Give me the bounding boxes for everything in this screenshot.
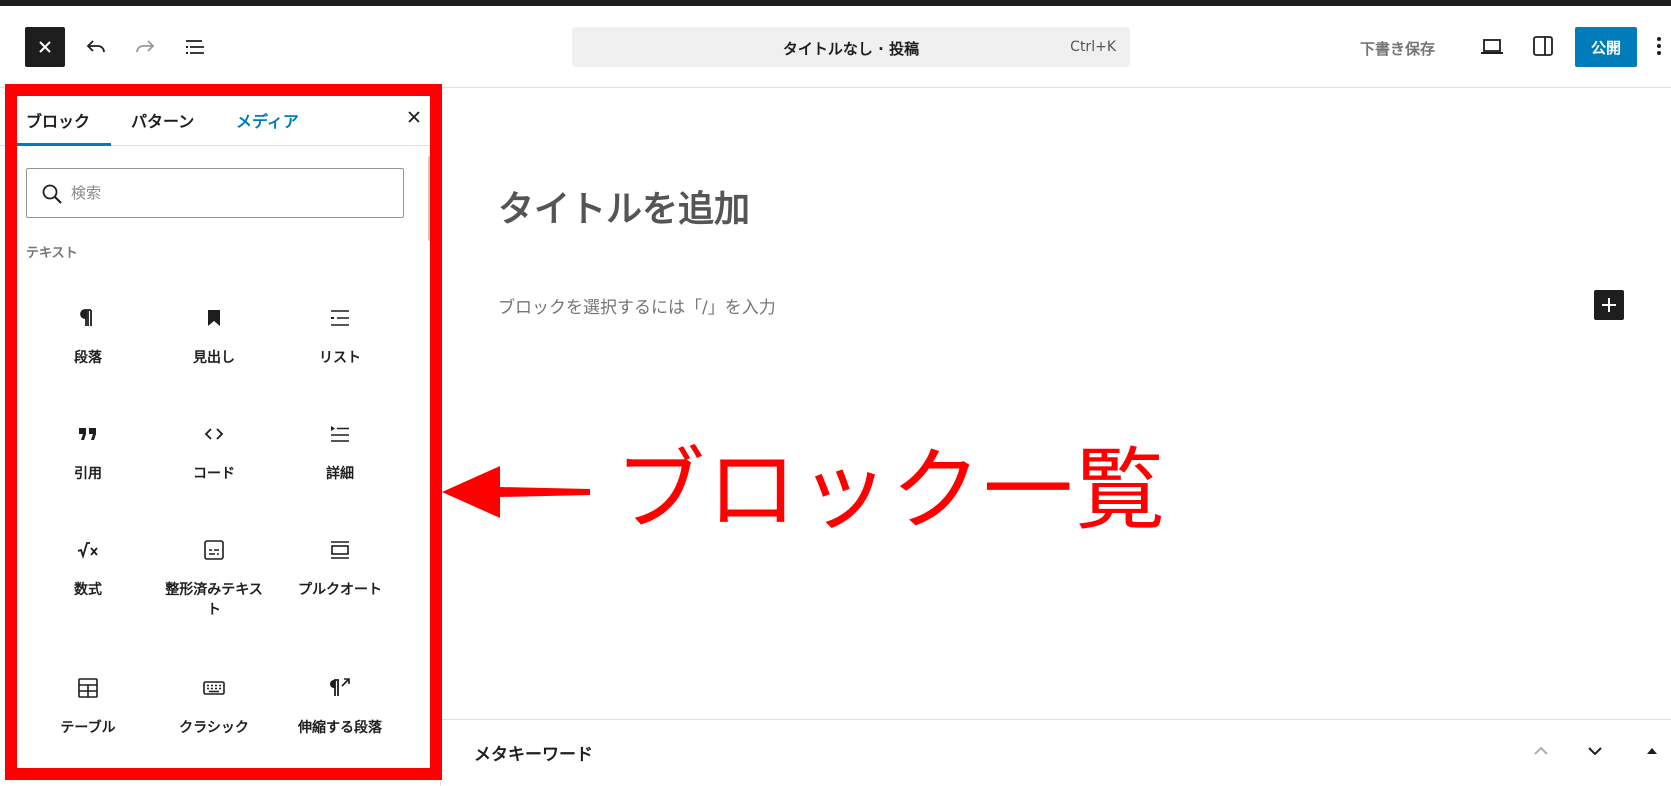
tab-blocks[interactable]: ブロック (26, 108, 90, 132)
command-palette-bar[interactable]: タイトルなし · 投稿 Ctrl+K (572, 27, 1130, 67)
block-appender-hint[interactable]: ブロックを選択するには「/」を入力 (498, 293, 776, 318)
add-block-button[interactable] (1594, 290, 1624, 320)
search-input[interactable] (71, 181, 391, 205)
more-vertical-icon (1657, 37, 1661, 55)
block-item-table[interactable]: テーブル (33, 676, 143, 738)
code-icon (204, 428, 224, 440)
block-label: 整形済みテキスト (165, 582, 263, 618)
meta-box-title: メタキーワード (474, 745, 593, 765)
chevron-up-icon (1534, 746, 1548, 755)
block-label: プルクオート (298, 582, 382, 598)
fit-text-icon (330, 678, 350, 696)
undo-button[interactable] (80, 31, 112, 63)
document-overview-button[interactable] (179, 31, 211, 63)
block-item-math[interactable]: 数式 (33, 538, 143, 600)
laptop-icon (1481, 39, 1503, 54)
keyboard-icon (203, 681, 225, 695)
plus-icon (1602, 298, 1616, 312)
block-item-heading[interactable]: 見出し (159, 306, 269, 368)
toggle-panel-button[interactable] (1636, 735, 1668, 767)
block-label: 段落 (74, 350, 102, 366)
tab-media[interactable]: メディア (236, 108, 299, 132)
block-label: 伸縮する段落 (298, 720, 382, 736)
quote-icon (79, 428, 96, 440)
block-search (26, 168, 404, 218)
category-title: テキスト (26, 246, 78, 261)
block-inserter-panel: ブロック パターン メディア テキスト 段落 見出し リスト 引用 コード 詳細 (0, 88, 441, 786)
block-item-quote[interactable]: 引用 (33, 422, 143, 484)
redo-icon (136, 40, 155, 53)
move-down-button[interactable] (1579, 735, 1611, 767)
post-title-input[interactable]: タイトルを追加 (498, 180, 750, 232)
list-icon (331, 310, 349, 326)
block-item-preformatted[interactable]: 整形済みテキスト (159, 538, 269, 620)
block-label: テーブル (60, 720, 116, 736)
block-label: 数式 (74, 582, 102, 598)
block-label: クラシック (179, 720, 249, 736)
pullquote-icon (331, 541, 349, 559)
block-item-code[interactable]: コード (159, 422, 269, 484)
settings-sidebar-button[interactable] (1530, 33, 1556, 63)
active-tab-indicator (14, 143, 111, 146)
block-item-classic[interactable]: クラシック (159, 676, 269, 738)
save-draft-button[interactable]: 下書き保存 (1360, 38, 1435, 59)
editor-header: タイトルなし · 投稿 Ctrl+K 下書き保存 公開 (0, 6, 1671, 88)
table-icon (78, 678, 98, 698)
shortcut-hint: Ctrl+K (1070, 39, 1116, 55)
move-up-button[interactable] (1525, 735, 1557, 767)
paragraph-icon (80, 309, 92, 326)
block-label: 見出し (193, 350, 235, 366)
list-view-icon (186, 40, 204, 54)
close-inserter-button[interactable] (401, 104, 427, 130)
meta-box-panel: メタキーワード (442, 719, 1671, 786)
heading-icon (208, 310, 220, 326)
block-label: 詳細 (326, 466, 354, 482)
details-icon (331, 426, 349, 442)
undo-icon (86, 40, 105, 53)
math-icon (77, 542, 98, 559)
close-icon (408, 111, 420, 123)
annotation-arrow (442, 466, 590, 518)
preview-button[interactable] (1479, 33, 1505, 63)
search-icon (42, 184, 62, 204)
block-item-fit-text[interactable]: 伸縮する段落 (285, 676, 395, 738)
block-label: 引用 (74, 466, 102, 482)
triangle-up-icon (1647, 748, 1657, 754)
redo-button[interactable] (129, 31, 161, 63)
sidebar-icon (1533, 36, 1553, 56)
document-title: タイトルなし · 投稿 (782, 40, 920, 58)
tab-patterns[interactable]: パターン (131, 108, 194, 132)
block-label: コード (193, 466, 235, 482)
panel-scrollbar[interactable] (428, 156, 432, 241)
publish-button[interactable]: 公開 (1575, 27, 1637, 67)
close-icon (39, 41, 51, 53)
close-editor-button[interactable] (25, 27, 65, 67)
block-item-paragraph[interactable]: 段落 (33, 306, 143, 368)
chevron-down-icon (1588, 747, 1602, 756)
options-menu-button[interactable] (1652, 33, 1666, 63)
block-item-pullquote[interactable]: プルクオート (285, 538, 395, 600)
preformatted-icon (204, 540, 224, 560)
inserter-tabs: ブロック パターン メディア (0, 88, 440, 146)
block-label: リスト (319, 350, 361, 366)
block-item-list[interactable]: リスト (285, 306, 395, 368)
annotation-label: ブロック一覧 (615, 438, 1167, 543)
block-item-details[interactable]: 詳細 (285, 422, 395, 484)
